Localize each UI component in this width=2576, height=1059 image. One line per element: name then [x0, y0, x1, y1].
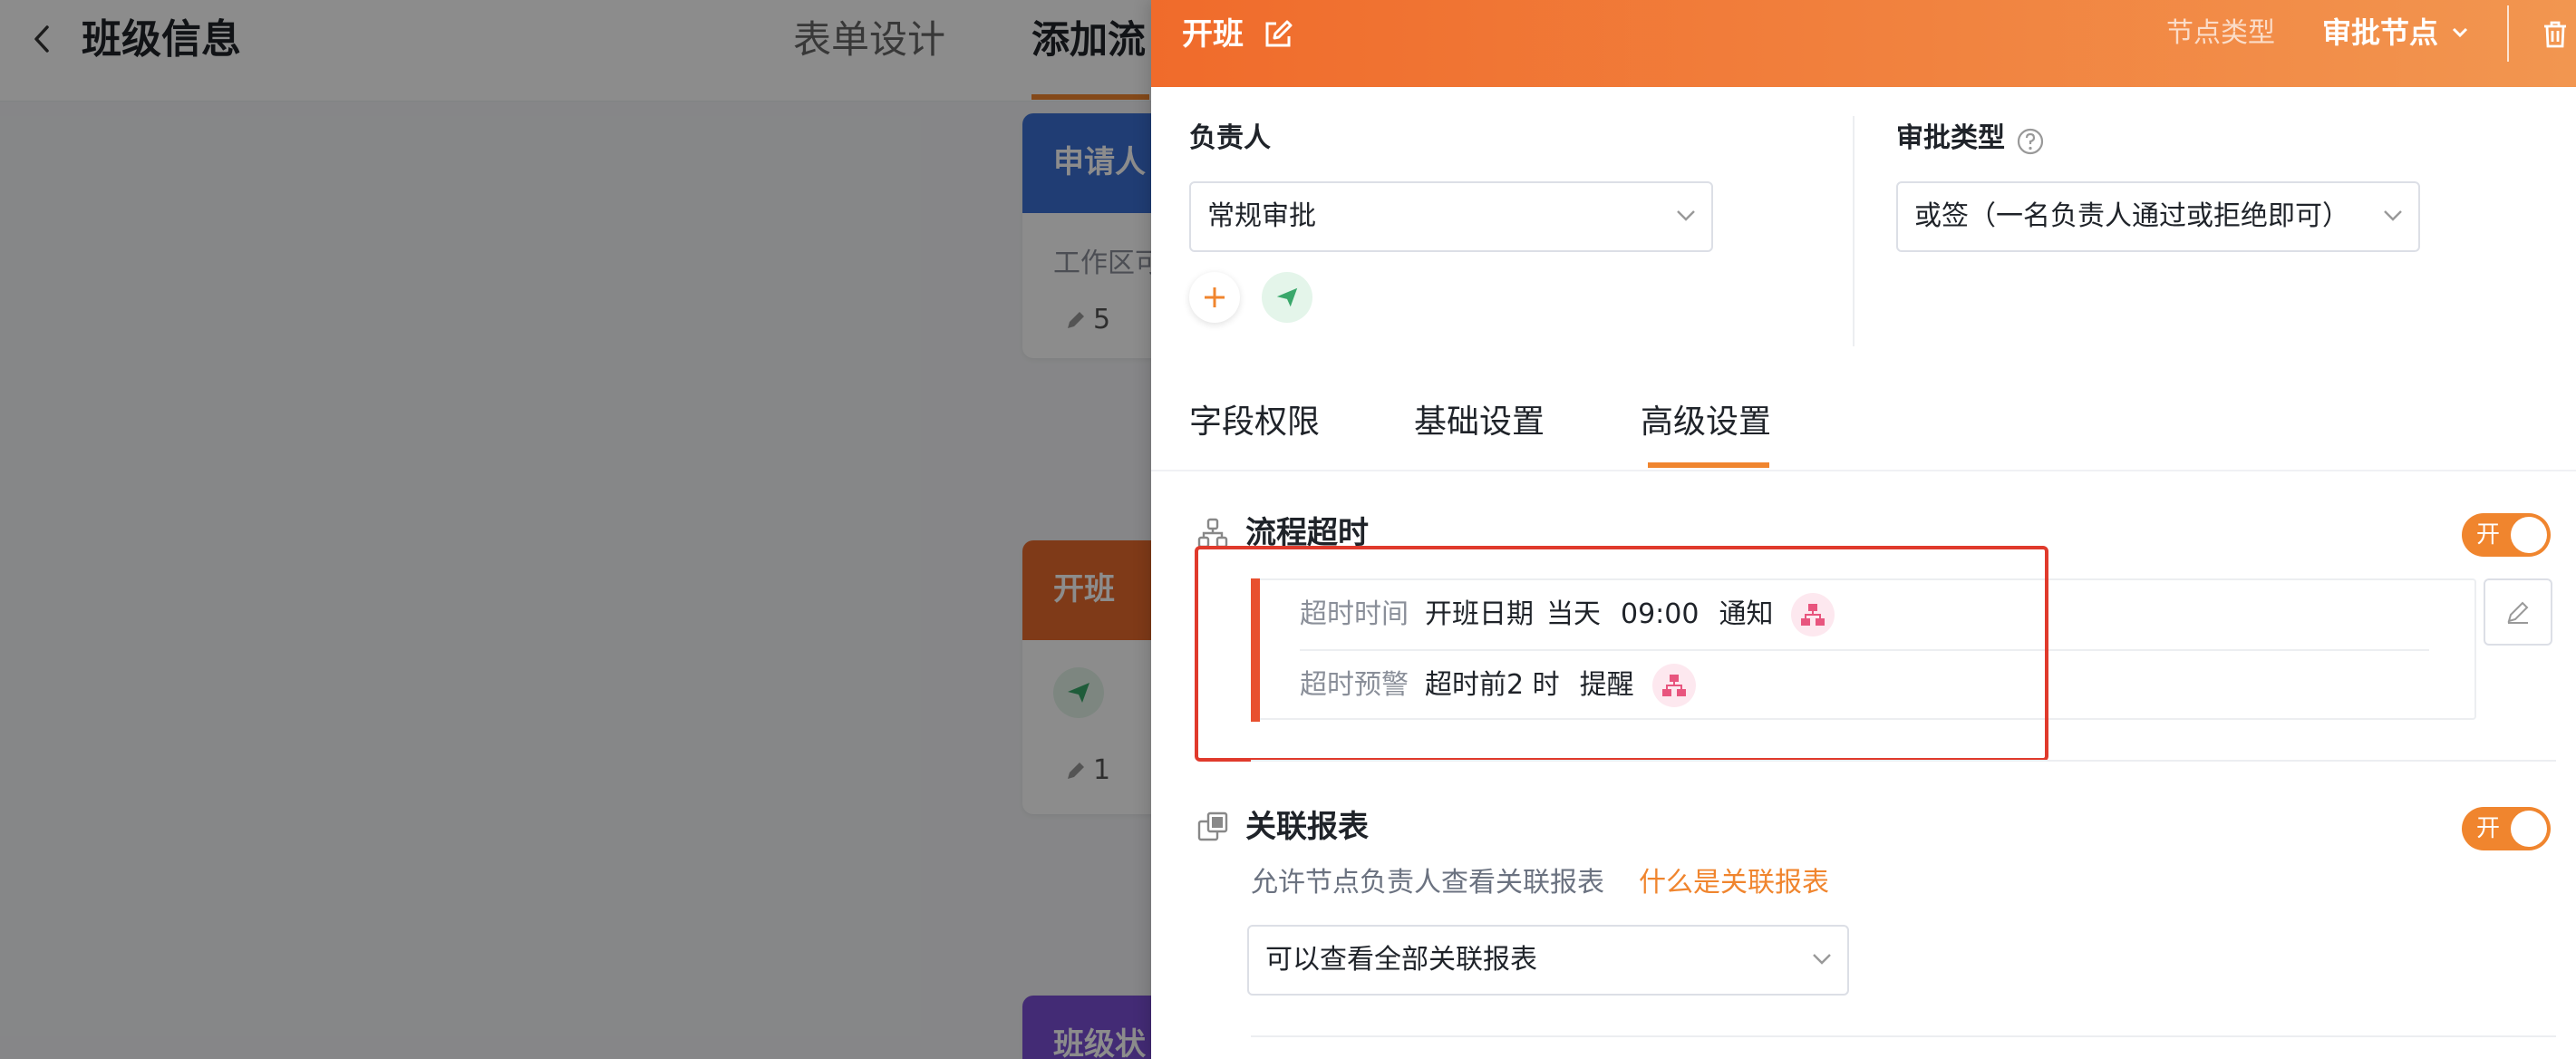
toggle-knob	[2511, 811, 2547, 847]
approval-type-label: 审批类型	[1896, 122, 2005, 154]
chevron-down-icon	[2384, 210, 2402, 221]
edit-title-icon[interactable]	[1262, 18, 1294, 51]
pencil-icon	[2507, 601, 2529, 624]
owner-select-value: 常规审批	[1207, 200, 1316, 232]
related-report-select[interactable]: 可以查看全部关联报表	[1247, 925, 1849, 996]
node-type-label: 节点类型	[2166, 17, 2275, 49]
tab-basic-settings[interactable]: 基础设置	[1414, 395, 1545, 450]
active-tab-underline	[1648, 462, 1769, 468]
send-button[interactable]	[1262, 272, 1312, 323]
tab-advanced-settings[interactable]: 高级设置	[1641, 395, 1771, 450]
chevron-down-icon	[1677, 210, 1695, 221]
chevron-down-icon	[1813, 954, 1831, 965]
header-divider	[2507, 5, 2509, 62]
drawer-header: 开班 节点类型 审批节点	[1151, 0, 2576, 87]
related-report-select-value: 可以查看全部关联报表	[1265, 944, 1537, 976]
send-icon	[1276, 287, 1298, 307]
toggle-label: 开	[2476, 521, 2501, 549]
help-icon[interactable]	[2016, 127, 2045, 156]
tabs-divider	[1151, 470, 2576, 471]
modal-overlay[interactable]	[0, 0, 1151, 1059]
column-divider	[1853, 116, 1855, 346]
add-owner-button[interactable]	[1189, 272, 1240, 323]
related-report-toggle[interactable]: 开	[2462, 807, 2551, 850]
plus-icon	[1205, 287, 1225, 307]
owner-select[interactable]: 常规审批	[1189, 181, 1713, 252]
trash-icon[interactable]	[2542, 20, 2569, 49]
node-type-value: 审批节点	[2322, 15, 2439, 50]
edit-timeout-button[interactable]	[2484, 578, 2552, 646]
approval-type-value: 或签（一名负责人通过或拒绝即可）	[1914, 200, 2349, 232]
flow-timeout-toggle[interactable]: 开	[2462, 513, 2551, 557]
toggle-label: 开	[2476, 815, 2501, 842]
tab-field-permissions[interactable]: 字段权限	[1189, 395, 1320, 450]
chevron-down-icon	[2452, 27, 2468, 38]
drawer-title: 开班	[1182, 16, 1244, 53]
node-type-dropdown[interactable]: 审批节点	[2322, 13, 2469, 53]
what-is-related-report-link[interactable]: 什么是关联报表	[1639, 864, 1829, 902]
node-settings-drawer: 开班 节点类型 审批节点 负责人 常规审批 审批类型 或签（一名负责人通过或拒绝…	[1151, 0, 2576, 1059]
toggle-knob	[2511, 517, 2547, 553]
approval-type-select[interactable]: 或签（一名负责人通过或拒绝即可）	[1896, 181, 2420, 252]
owner-label: 负责人	[1189, 122, 1271, 154]
